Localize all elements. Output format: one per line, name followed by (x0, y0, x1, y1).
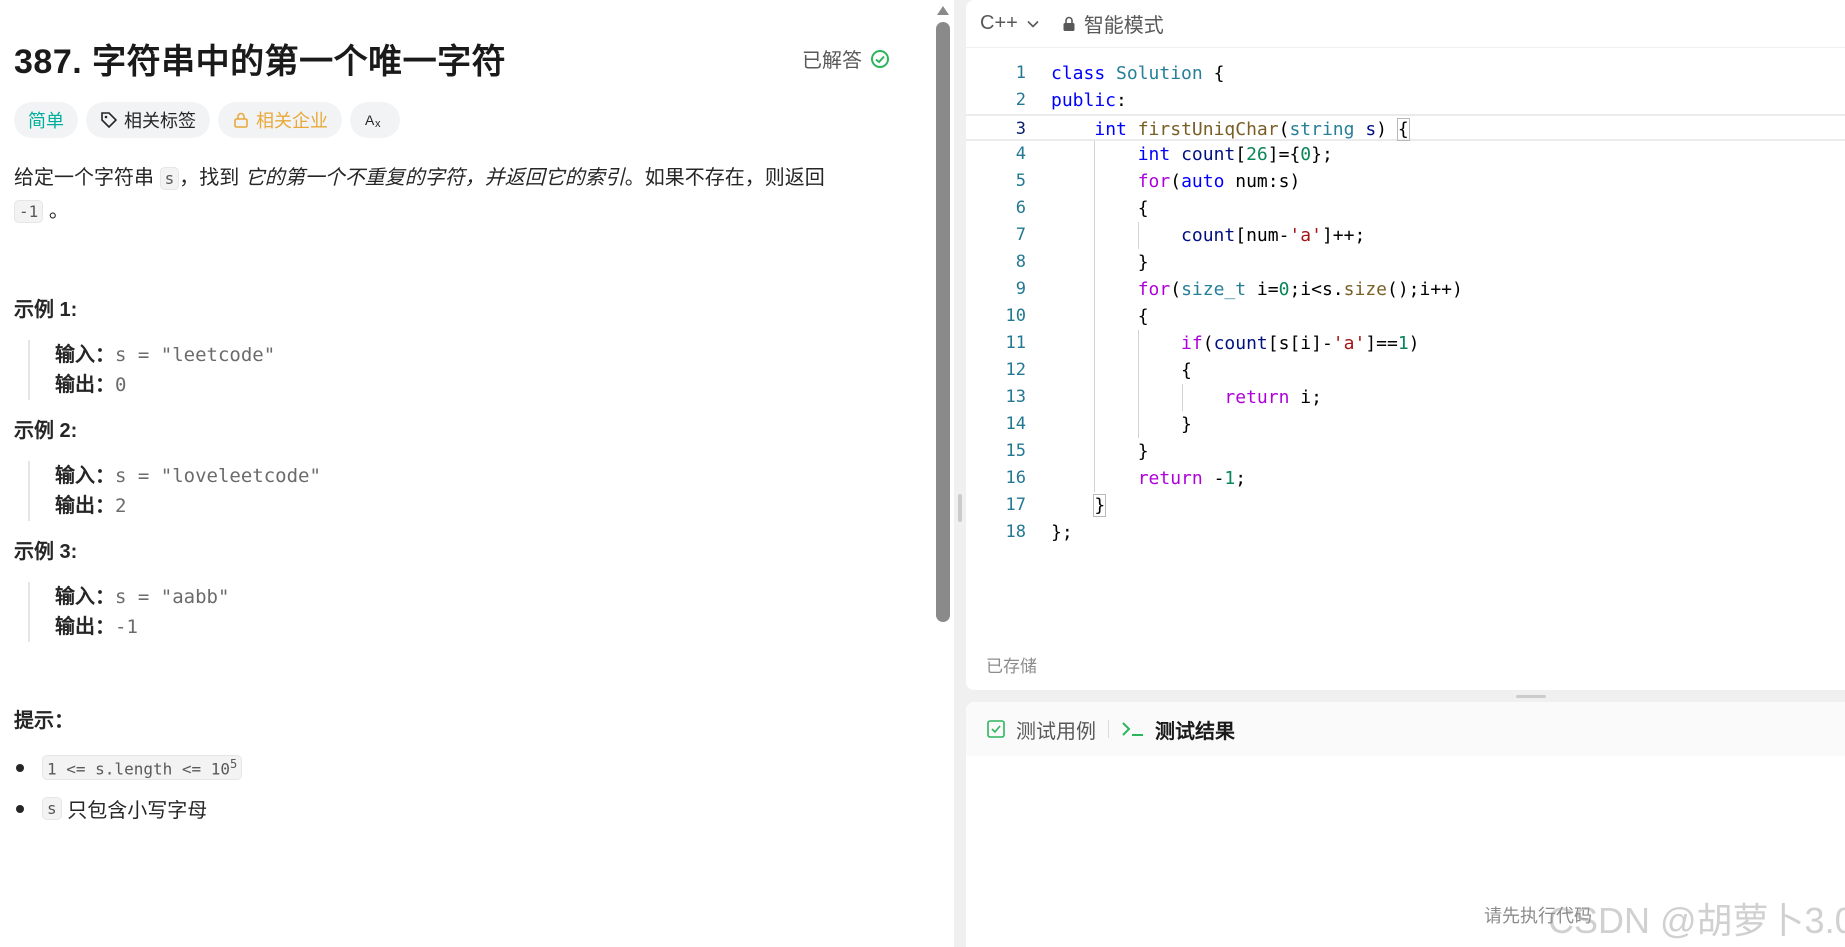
example-2-block: 输入：s = "loveleetcode" 输出：2 (28, 461, 918, 521)
svg-text:A: A (365, 112, 375, 128)
problem-title: 387. 字符串中的第一个唯一字符 (14, 43, 507, 81)
chevron-down-icon (1027, 20, 1039, 28)
mode-label: 智能模式 (1083, 15, 1164, 37)
problem-panel: 387. 字符串中的第一个唯一字符 已解答 简单 相关标签 相关企业 Ax 给定… (0, 0, 932, 947)
scroll-up-arrow-icon[interactable] (937, 6, 949, 15)
example-1-block: 输入：s = "leetcode" 输出：0 (28, 340, 918, 400)
related-tags-label: 相关标签 (124, 111, 196, 131)
code-editor-panel: C++ 智能模式 1 class Solution { 2 public: 3 in… (966, 0, 1845, 690)
lock-icon (1063, 16, 1075, 31)
tab-test-result-label: 测试结果 (1155, 720, 1235, 743)
hints-title: 提示： (14, 710, 74, 732)
tab-divider (1108, 720, 1109, 738)
horizontal-split-handle[interactable] (1516, 695, 1546, 698)
inline-code-s: s (159, 167, 180, 190)
scroll-thumb[interactable] (936, 22, 950, 622)
solved-label: 已解答 (802, 50, 862, 72)
smart-mode-toggle[interactable]: 智能模式 (1062, 9, 1164, 38)
lock-icon (234, 112, 248, 128)
hint-item: 1 <= s.length <= 105 (14, 755, 918, 781)
tag-icon (101, 112, 118, 129)
example-2-title: 示例 2: (14, 420, 78, 442)
watermark: CSDN @胡萝卜3.0 (1548, 900, 1845, 941)
language-label: C++ (980, 12, 1018, 34)
translate-icon: Ax (365, 112, 381, 129)
problem-description: 给定一个字符串 s ，找到 它的第一个不重复的字符，并返回它的索引。如果不存在，则… (14, 167, 825, 223)
tab-test-result[interactable]: 测试结果 (1121, 715, 1235, 744)
problem-scrollbar[interactable] (932, 0, 954, 947)
related-companies-label: 相关企业 (256, 111, 328, 131)
problem-content[interactable]: 387. 字符串中的第一个唯一字符 已解答 简单 相关标签 相关企业 Ax 给定… (0, 0, 932, 947)
terminal-icon (1122, 722, 1143, 736)
check-circle-icon (871, 49, 889, 68)
example-3-title: 示例 3: (14, 541, 78, 563)
code-area[interactable]: 1 class Solution { 2 public: 3 int firstUn… (966, 60, 1845, 560)
inline-code-neg1: -1 (14, 200, 44, 223)
saved-status: 已存储 (986, 657, 1037, 676)
editor-toolbar: C++ 智能模式 (966, 0, 1845, 48)
svg-text:x: x (375, 118, 381, 129)
example-3-block: 输入：s = "aabb" 输出：-1 (28, 582, 918, 642)
result-tabs: 测试用例 测试结果 (966, 702, 1845, 756)
hint-item: s 只包含小写字母 (14, 794, 918, 823)
tab-testcase-label: 测试用例 (1016, 720, 1096, 743)
vertical-split-handle[interactable] (958, 494, 962, 522)
checkbox-icon (987, 720, 1005, 738)
example-1-title: 示例 1: (14, 299, 78, 321)
solved-badge: 已解答 (802, 44, 890, 73)
language-select[interactable]: C++ (980, 12, 1040, 35)
tab-testcase[interactable]: 测试用例 (986, 715, 1096, 744)
